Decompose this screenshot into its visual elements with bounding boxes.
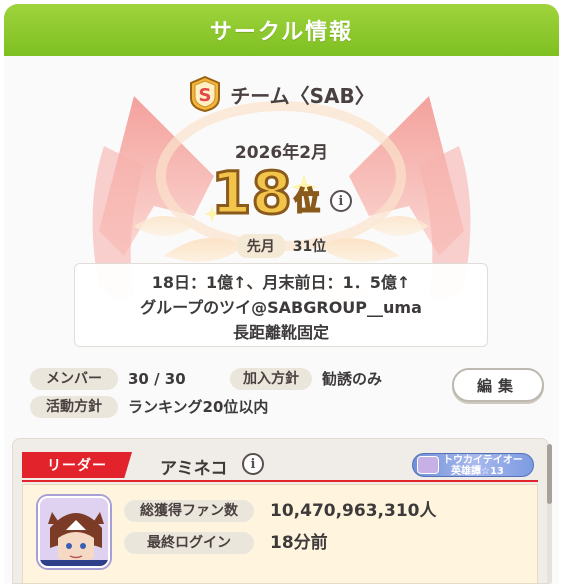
window-title: サークル情報 [4, 4, 559, 56]
circle-info-window: サークル情報 S チーム〈SAB〉 2026年2月 18 位 i 先月 31位 … [4, 4, 559, 584]
leader-name: アミネコ [160, 459, 228, 479]
last-month-label: 先月 [236, 234, 285, 258]
info-icon[interactable]: i [329, 190, 352, 212]
circle-description: 18日：1億↑、月末前日：1．5億↑ グループのツイ@SABGROUP__uma… [74, 263, 488, 347]
members-value: 30 / 30 [128, 370, 186, 388]
total-fans-label: 総獲得ファン数 [124, 500, 254, 522]
last-month-rank: 先月 31位 [4, 234, 559, 258]
activity-policy-label: 活動方針 [30, 396, 118, 418]
members-label: メンバー [30, 368, 118, 390]
join-policy-value: 勧誘のみ [322, 370, 383, 388]
rank-unit: 位 [293, 186, 321, 218]
team-header: S チーム〈SAB〉 [4, 76, 559, 112]
rank-s-emblem-icon: S [190, 76, 221, 112]
total-fans-value: 10,470,963,310人 [270, 501, 437, 521]
last-month-value: 31位 [292, 239, 327, 255]
last-login-value: 18分前 [270, 533, 328, 553]
join-policy-label: 加入方針 [230, 368, 312, 390]
title-line-1: トウカイテイオー [443, 455, 523, 466]
title-line-2: 英雄譚☆13 [451, 466, 504, 477]
edit-button[interactable]: 編集 [452, 368, 544, 402]
info-icon[interactable]: i [242, 453, 264, 475]
team-name: チーム〈SAB〉 [230, 83, 375, 108]
activity-policy-value: ランキング20位以内 [128, 398, 269, 416]
title-character-icon [417, 456, 439, 474]
leader-title-badge[interactable]: トウカイテイオー 英雄譚☆13 [412, 453, 534, 477]
tokai-teio-avatar[interactable] [38, 496, 110, 568]
description-line: 長距離靴固定 [232, 323, 329, 342]
avatar-portrait-icon [40, 498, 108, 566]
description-line: 18日：1億↑、月末前日：1．5億↑ [151, 273, 411, 292]
svg-text:S: S [199, 85, 212, 106]
leader-tag: リーダー [22, 452, 132, 478]
circle-content: S チーム〈SAB〉 2026年2月 18 位 i 先月 31位 18日：1億↑… [4, 56, 559, 584]
rank-display: 18 位 i [4, 159, 559, 227]
last-login-label: 最終ログイン [124, 532, 254, 554]
scrollbar-thumb[interactable] [547, 444, 552, 504]
description-line: グループのツイ@SABGROUP__uma [140, 298, 422, 317]
rank-number: 18 [210, 159, 294, 227]
leader-divider [22, 480, 538, 482]
